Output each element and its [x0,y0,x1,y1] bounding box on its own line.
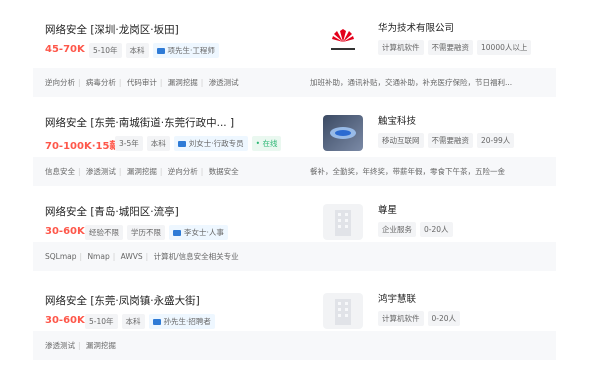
degree-tag: 本科 [125,43,149,58]
skill-tag: 渗透测试 [85,167,116,176]
chat-icon [177,140,186,147]
skill-tag: 漏洞挖掘 [85,341,116,350]
size-tag: 20-99人 [477,133,515,148]
job-card[interactable]: 网络安全 [东莞·凤岗镇·永盛大街] 30-60K 5-10年 本科 孙先生·招… [33,283,556,360]
industry-tag: 计算机软件 [378,311,424,326]
experience-tag: 5-10年 [89,43,122,58]
building-icon [323,293,363,329]
job-card[interactable]: 网络安全 [深圳·龙岗区·坂田] 45-70K 5-10年 本科 项先生·工程师 [33,12,556,97]
skill-tag: 病毒分析 [85,78,116,87]
job-salary: 30-60K [45,226,85,237]
degree-tag: 本科 [121,314,145,329]
job-salary: 45-70K [45,44,85,55]
degree-tag: 学历不限 [127,225,165,240]
chubao-logo [323,115,363,151]
benefits-text: 加班补助，通讯补贴，交通补助，补充医疗保险，节日福利... [310,78,513,87]
skill-tag: 信息安全 [45,167,75,176]
size-tag: 0-20人 [427,311,461,326]
building-icon [323,204,363,240]
recruiter-badge[interactable]: 孙先生·招聘者 [148,314,215,329]
skill-tag: 逆向分析 [45,78,75,87]
experience-tag: 经验不限 [85,225,123,240]
recruiter-name: 项先生·工程师 [167,46,215,55]
skill-tag: 数据安全 [208,167,239,176]
job-card[interactable]: 网络安全 [青岛·城阳区·流亭] 30-60K 经验不限 学历不限 李女士·人事… [33,194,556,271]
recruiter-name: 刘女士·行政专员 [188,139,244,148]
job-card[interactable]: 网络安全 [东莞·南城街道·东莞行政中... ] 70-100K·15薪 3-5… [33,105,556,186]
size-tag: 10000人以上 [477,40,532,55]
industry-tag: 计算机软件 [378,40,424,55]
company-name[interactable]: 尊星 [378,202,397,216]
recruiter-badge[interactable]: 刘女士·行政专员 [173,136,248,151]
chat-icon [156,47,165,54]
skill-tag: AWVS [120,252,143,261]
chat-icon [173,229,181,236]
financing-tag: 不需要融资 [427,40,473,55]
company-name[interactable]: 华为技术有限公司 [378,20,454,34]
job-title[interactable]: 网络安全 [深圳·龙岗区·坂田] [45,22,179,37]
online-status-badge: • 在线 [251,136,282,151]
size-tag: 0-20人 [420,222,453,237]
chat-icon [152,318,161,325]
skill-tag: 逆向分析 [167,167,198,176]
skill-tag: Nmap [87,252,110,261]
skill-list: 渗透测试 | 漏洞挖掘 [45,341,116,350]
recruiter-badge[interactable]: 项先生·工程师 [152,43,219,58]
skill-tag: 渗透测试 [208,78,239,87]
degree-tag: 本科 [146,136,170,151]
company-name[interactable]: 鸿宇慧联 [378,291,416,305]
skill-tag: 代码审计 [126,78,157,87]
skill-tag: 漏洞挖掘 [126,167,157,176]
financing-tag: 不需要融资 [427,133,473,148]
huawei-logo [323,22,363,58]
industry-tag: 企业服务 [378,222,416,237]
company-name[interactable]: 触宝科技 [378,113,416,127]
industry-tag: 移动互联网 [378,133,424,148]
job-title[interactable]: 网络安全 [青岛·城阳区·流亭] [45,204,179,219]
skill-tag: 漏洞挖掘 [167,78,198,87]
experience-tag: 5-10年 [85,314,118,329]
skill-tag: 计算机/信息安全相关专业 [153,252,239,261]
skill-list: SQLmap | Nmap | AWVS | 计算机/信息安全相关专业 [45,252,239,261]
recruiter-name: 孙先生·招聘者 [163,317,211,326]
recruiter-name: 李女士·人事 [184,228,224,237]
job-title[interactable]: 网络安全 [东莞·凤岗镇·永盛大街] [45,293,200,308]
experience-tag: 3-5年 [115,136,143,151]
skill-tag: SQLmap [45,252,77,261]
skill-list: 逆向分析 | 病毒分析 | 代码审计 | 漏洞挖掘 | 渗透测试 [45,78,239,87]
recruiter-badge[interactable]: 李女士·人事 [169,225,228,240]
benefits-text: 餐补，全勤奖，年终奖，带薪年假，零食下午茶，五险一金 [310,167,505,176]
job-title[interactable]: 网络安全 [东莞·南城街道·东莞行政中... ] [45,115,234,130]
skill-tag: 渗透测试 [45,341,75,350]
job-salary: 30-60K [45,315,85,326]
skill-list: 信息安全 | 渗透测试 | 漏洞挖掘 | 逆向分析 | 数据安全 [45,167,239,176]
job-salary: 70-100K·15薪 [45,141,120,152]
